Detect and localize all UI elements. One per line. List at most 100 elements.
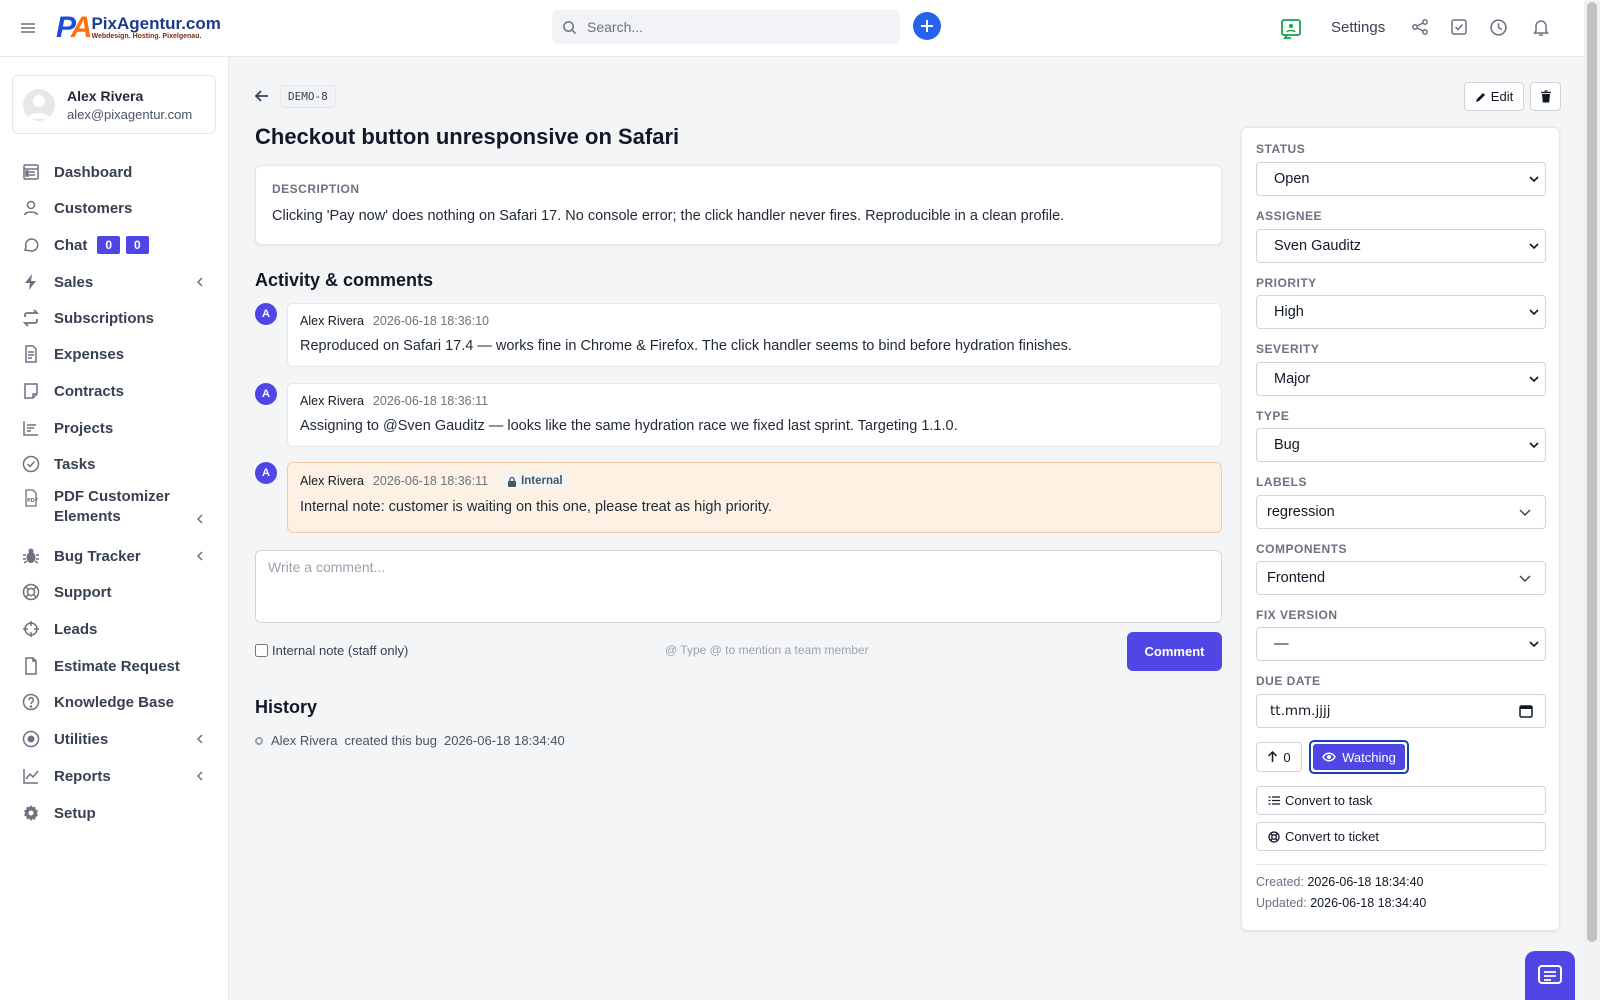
components-label: COMPONENTS xyxy=(1256,542,1348,556)
comment-box: Alex Rivera 2026-06-18 18:36:10 Reproduc… xyxy=(287,303,1222,367)
sidebar-item-subscriptions[interactable]: Subscriptions xyxy=(0,303,229,333)
convert-to-task-button[interactable]: Convert to task xyxy=(1256,786,1546,815)
comment-box-internal: Alex Rivera 2026-06-18 18:36:11 Internal… xyxy=(287,462,1222,533)
description-card: DESCRIPTION Clicking 'Pay now' does noth… xyxy=(255,165,1222,245)
line-chart-icon xyxy=(23,769,39,784)
page-scrollbar[interactable] xyxy=(1584,0,1600,1000)
comment-item: A Alex Rivera 2026-06-18 18:36:10 Reprod… xyxy=(255,303,1222,367)
chart-bars-icon xyxy=(23,421,38,436)
vote-button[interactable]: 0 xyxy=(1256,742,1302,772)
watching-button[interactable]: Watching xyxy=(1309,740,1409,774)
back-arrow-icon[interactable] xyxy=(254,88,270,104)
sidebar-item-customers[interactable]: Customers xyxy=(0,193,229,223)
sidebar-item-utilities[interactable]: Utilities xyxy=(0,724,229,754)
sidebar-item-contracts[interactable]: Contracts xyxy=(0,376,229,406)
sidebar-item-knowledge-base[interactable]: Knowledge Base xyxy=(0,687,229,717)
type-select[interactable]: Bug xyxy=(1256,428,1546,462)
bell-icon[interactable] xyxy=(1532,18,1550,37)
labels-label: LABELS xyxy=(1256,475,1307,489)
sidebar-item-setup[interactable]: Setup xyxy=(0,798,229,828)
sidebar-item-expenses[interactable]: Expenses xyxy=(0,339,229,369)
chat-bubble-icon xyxy=(24,238,39,252)
edit-button[interactable]: Edit xyxy=(1464,82,1524,111)
comment-text: Assigning to @Sven Gauditz — looks like … xyxy=(300,418,958,434)
sidebar-item-chat[interactable]: Chat 0 0 xyxy=(0,230,229,260)
history-author: Alex Rivera xyxy=(271,733,338,748)
comment-textarea[interactable] xyxy=(255,550,1222,623)
hamburger-menu-icon[interactable] xyxy=(18,18,38,38)
search-box[interactable] xyxy=(552,10,900,44)
chevron-down-icon xyxy=(1529,442,1539,449)
question-circle-icon xyxy=(22,693,40,711)
list-check-icon xyxy=(1268,796,1280,805)
search-input[interactable] xyxy=(587,19,867,35)
svg-text:PDF: PDF xyxy=(27,498,38,504)
history-dot-icon xyxy=(255,736,263,745)
sidebar-item-projects[interactable]: Projects xyxy=(0,413,229,443)
bolt-icon xyxy=(25,274,36,290)
scrollbar-thumb[interactable] xyxy=(1587,2,1597,942)
mention-hint: @ Type @ to mention a team member xyxy=(665,643,869,657)
comment-author: Alex Rivera xyxy=(300,394,364,408)
plus-icon xyxy=(921,20,933,32)
avatar xyxy=(23,88,55,121)
labels-multiselect[interactable]: regression xyxy=(1256,495,1546,529)
comment-date: 2026-06-18 18:36:11 xyxy=(372,474,489,488)
comment-button[interactable]: Comment xyxy=(1127,632,1222,671)
activity-title: Activity & comments xyxy=(255,270,434,290)
contract-icon xyxy=(24,383,38,399)
calendar-icon xyxy=(1519,705,1533,718)
sidebar-item-leads[interactable]: Leads xyxy=(0,614,229,644)
internal-note-label: Internal note (staff only) xyxy=(272,643,409,658)
components-multiselect[interactable]: Frontend xyxy=(1256,561,1546,595)
file-text-icon xyxy=(25,345,37,363)
sidebar-item-tasks[interactable]: Tasks xyxy=(0,449,229,479)
logo-name: PixAgentur.com xyxy=(91,14,221,33)
assignee-select[interactable]: Sven Gauditz xyxy=(1256,229,1546,263)
team-chat-icon[interactable] xyxy=(1280,18,1302,40)
check-circle-icon xyxy=(22,455,40,473)
severity-select[interactable]: Major xyxy=(1256,362,1546,396)
quick-create-button[interactable] xyxy=(913,12,941,40)
user-card[interactable]: Alex Rivera alex@pixagentur.com xyxy=(12,75,216,134)
delete-button[interactable] xyxy=(1530,82,1561,111)
comment-box: Alex Rivera 2026-06-18 18:36:11 Assignin… xyxy=(287,383,1222,447)
internal-note-check[interactable] xyxy=(255,644,268,657)
settings-link[interactable]: Settings xyxy=(1331,19,1385,36)
clock-icon[interactable] xyxy=(1489,18,1508,37)
support-chat-button[interactable] xyxy=(1525,951,1575,1000)
status-select[interactable]: Open xyxy=(1256,162,1546,196)
sidebar-item-dashboard[interactable]: Dashboard xyxy=(0,157,229,187)
convert-to-ticket-button[interactable]: Convert to ticket xyxy=(1256,822,1546,851)
chat-icon xyxy=(1538,964,1562,984)
due-date-input[interactable]: tt.mm.jjjj xyxy=(1256,694,1546,728)
priority-select[interactable]: High xyxy=(1256,295,1546,329)
checkbox-icon[interactable] xyxy=(1450,18,1468,36)
chevron-down-icon xyxy=(1519,509,1531,516)
comment-date: 2026-06-18 18:36:10 xyxy=(372,314,489,328)
sidebar-item-pdf-customizer[interactable]: PDF PDF Customizer Elements xyxy=(0,487,229,531)
internal-note-checkbox[interactable]: Internal note (staff only) xyxy=(255,643,408,658)
radio-circle-icon xyxy=(22,730,40,748)
fix-version-label: FIX VERSION xyxy=(1256,608,1338,622)
sidebar-item-bug-tracker[interactable]: Bug Tracker xyxy=(0,541,229,571)
fix-version-select[interactable]: — xyxy=(1256,627,1546,661)
comment-item-internal: A Alex Rivera 2026-06-18 18:36:11 Intern… xyxy=(255,462,1222,533)
severity-label: SEVERITY xyxy=(1256,342,1320,356)
sidebar-item-support[interactable]: Support xyxy=(0,577,229,607)
share-icon[interactable] xyxy=(1411,18,1429,36)
history-date: 2026-06-18 18:34:40 xyxy=(443,733,565,748)
chevron-down-icon xyxy=(1529,309,1539,316)
logo-tagline: Webdesign. Hosting. Pixelgenau. xyxy=(91,33,202,40)
search-icon xyxy=(562,20,577,35)
gear-icon xyxy=(24,805,38,821)
arrow-up-icon xyxy=(1268,751,1278,762)
sidebar-item-reports[interactable]: Reports xyxy=(0,761,229,791)
comment-author: Alex Rivera xyxy=(300,474,364,488)
sidebar-item-estimate-request[interactable]: Estimate Request xyxy=(0,651,229,681)
repeat-icon xyxy=(22,309,40,327)
logo[interactable]: PA PixAgentur.com Webdesign. Hosting. Pi… xyxy=(56,11,221,45)
trash-icon xyxy=(1540,90,1551,103)
sidebar-item-sales[interactable]: Sales xyxy=(0,267,229,297)
comment-avatar: A xyxy=(255,303,277,325)
